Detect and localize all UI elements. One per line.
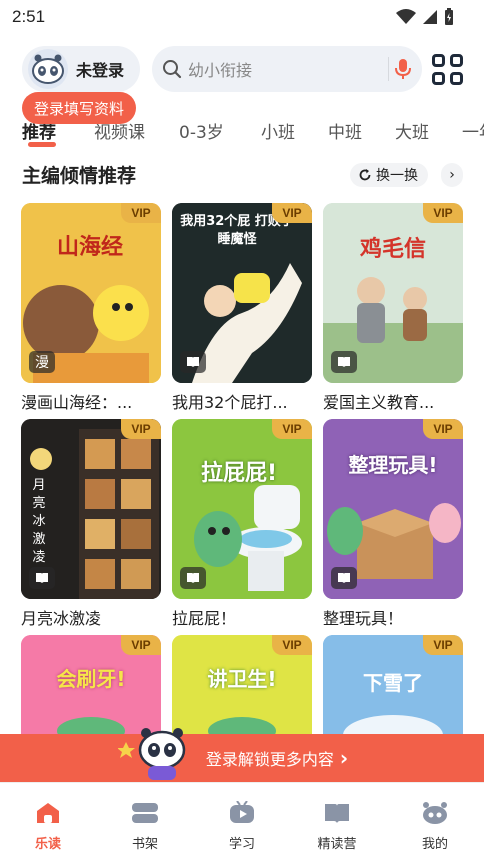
chevron-right-icon: › bbox=[449, 167, 455, 183]
bottom-nav: 乐读 书架 学习 精读营 我的 bbox=[0, 782, 484, 860]
book-card[interactable]: 拉屁屁! VIP 拉屁屁！ bbox=[172, 419, 312, 629]
book-cover: 拉屁屁! VIP bbox=[172, 419, 312, 599]
open-book-icon bbox=[325, 804, 349, 823]
nav-item-bookshelf[interactable]: 书架 bbox=[110, 801, 180, 852]
book-cover: 我用32个屁 打败了睡魔怪 VIP bbox=[172, 203, 312, 383]
refresh-button[interactable]: 换一换 bbox=[350, 163, 428, 187]
book-icon bbox=[338, 573, 350, 583]
book-icon bbox=[338, 357, 350, 367]
book-cover: 月亮冰激凌 VIP bbox=[21, 419, 161, 599]
tv-icon bbox=[230, 800, 254, 823]
nav-item-mine[interactable]: 我的 bbox=[400, 801, 470, 852]
top-header: 未登录 幼小衔接 bbox=[0, 42, 484, 96]
chevron-right-icon: › bbox=[339, 746, 349, 770]
battery-icon bbox=[445, 8, 453, 25]
status-time: 2:51 bbox=[12, 7, 46, 26]
tab-grade-one[interactable]: 一年 bbox=[462, 118, 484, 143]
vip-badge: VIP bbox=[121, 203, 161, 223]
book-card[interactable]: 月亮冰激凌 VIP 月亮冰激凌 bbox=[21, 419, 161, 629]
search-icon bbox=[163, 60, 182, 79]
book-title: 爱国主义教育... bbox=[323, 393, 435, 412]
book-title: 月亮冰激凌 bbox=[21, 609, 102, 628]
comic-badge: 漫 bbox=[29, 351, 55, 373]
cover-text: 拉屁屁! bbox=[200, 461, 278, 486]
cover-text: 月亮冰激凌 bbox=[32, 478, 46, 565]
book-title: 我用32个屁打... bbox=[172, 393, 288, 412]
vip-badge: VIP bbox=[423, 203, 463, 223]
book-cover: 整理玩具! VIP bbox=[323, 419, 463, 599]
book-type-badge bbox=[331, 567, 357, 589]
book-type-badge bbox=[180, 567, 206, 589]
mascot-avatar-icon bbox=[32, 54, 64, 84]
nav-label: 学习 bbox=[228, 837, 255, 852]
category-grid-button[interactable] bbox=[432, 54, 464, 86]
book-type-badge bbox=[331, 351, 357, 373]
nav-label: 精读营 bbox=[317, 837, 357, 852]
login-tip-bubble[interactable]: 登录填写资料 bbox=[22, 92, 137, 124]
login-unlock-banner[interactable]: 登录解锁更多内容 › bbox=[0, 728, 484, 782]
cover-text: 会刷牙! bbox=[56, 667, 126, 691]
vip-badge: VIP bbox=[423, 635, 463, 655]
book-card[interactable]: 我用32个屁 打败了睡魔怪 VIP 我用32个屁打... bbox=[172, 203, 312, 413]
banner-text: 登录解锁更多内容 bbox=[205, 750, 334, 769]
vip-badge: VIP bbox=[121, 635, 161, 655]
book-icon bbox=[187, 357, 199, 367]
section-title: 主编倾情推荐 bbox=[22, 165, 137, 187]
bookshelf-icon bbox=[132, 803, 158, 823]
book-card[interactable]: 整理玩具! VIP 整理玩具！ bbox=[323, 419, 463, 629]
vip-badge: VIP bbox=[272, 419, 312, 439]
vip-badge: VIP bbox=[423, 419, 463, 439]
cover-text: 下雪了 bbox=[363, 671, 423, 695]
tab-junior-class[interactable]: 小班 bbox=[261, 118, 295, 143]
refresh-label: 换一换 bbox=[376, 168, 418, 184]
book-icon bbox=[187, 573, 199, 583]
book-icon bbox=[36, 573, 48, 583]
refresh-icon bbox=[359, 169, 371, 181]
cover-text: 讲卫生! bbox=[207, 667, 277, 691]
login-status-label: 未登录 bbox=[76, 61, 125, 80]
nav-label: 书架 bbox=[131, 837, 158, 852]
cover-text: 山海经 bbox=[56, 235, 123, 260]
search-placeholder: 幼小衔接 bbox=[188, 61, 253, 80]
book-type-badge bbox=[180, 351, 206, 373]
vip-badge: VIP bbox=[272, 203, 312, 223]
more-button[interactable]: › bbox=[441, 163, 463, 187]
book-card[interactable]: 鸡毛信 VIP 爱国主义教育... bbox=[323, 203, 463, 413]
cover-text: 整理玩具! bbox=[348, 453, 438, 477]
nav-label: 我的 bbox=[421, 837, 448, 852]
book-title: 整理玩具！ bbox=[323, 609, 404, 628]
login-entry[interactable]: 未登录 bbox=[22, 46, 140, 92]
book-card[interactable]: 山海经 VIP 漫 漫画山海经：... bbox=[21, 203, 161, 413]
active-tab-indicator bbox=[28, 142, 56, 147]
nav-item-read[interactable]: 乐读 bbox=[13, 801, 83, 852]
wifi-icon bbox=[396, 9, 416, 24]
profile-mascot-icon bbox=[423, 802, 447, 824]
nav-item-learn[interactable]: 学习 bbox=[207, 800, 277, 852]
book-type-badge bbox=[29, 567, 55, 589]
search-box[interactable]: 幼小衔接 bbox=[152, 46, 422, 92]
book-title: 拉屁屁！ bbox=[172, 609, 237, 628]
signal-icon bbox=[423, 10, 437, 24]
book-title: 漫画山海经：... bbox=[21, 393, 133, 412]
cover-text: 鸡毛信 bbox=[359, 237, 426, 262]
microphone-icon bbox=[395, 59, 411, 79]
book-cover: 鸡毛信 VIP bbox=[323, 203, 463, 383]
avatar bbox=[28, 49, 68, 89]
tab-senior-class[interactable]: 大班 bbox=[395, 118, 429, 143]
nav-label: 乐读 bbox=[34, 837, 61, 852]
mascot-icon bbox=[118, 728, 186, 780]
tab-middle-class[interactable]: 中班 bbox=[328, 118, 362, 143]
home-icon bbox=[37, 803, 59, 823]
voice-search-button[interactable] bbox=[388, 57, 412, 81]
book-cover: 山海经 VIP 漫 bbox=[21, 203, 161, 383]
status-icons bbox=[396, 8, 454, 26]
tab-age-0-3[interactable]: 0-3岁 bbox=[179, 118, 224, 143]
vip-badge: VIP bbox=[272, 635, 312, 655]
status-bar: 2:51 bbox=[0, 0, 484, 34]
nav-item-intensive-reading[interactable]: 精读营 bbox=[302, 801, 372, 852]
vip-badge: VIP bbox=[121, 419, 161, 439]
